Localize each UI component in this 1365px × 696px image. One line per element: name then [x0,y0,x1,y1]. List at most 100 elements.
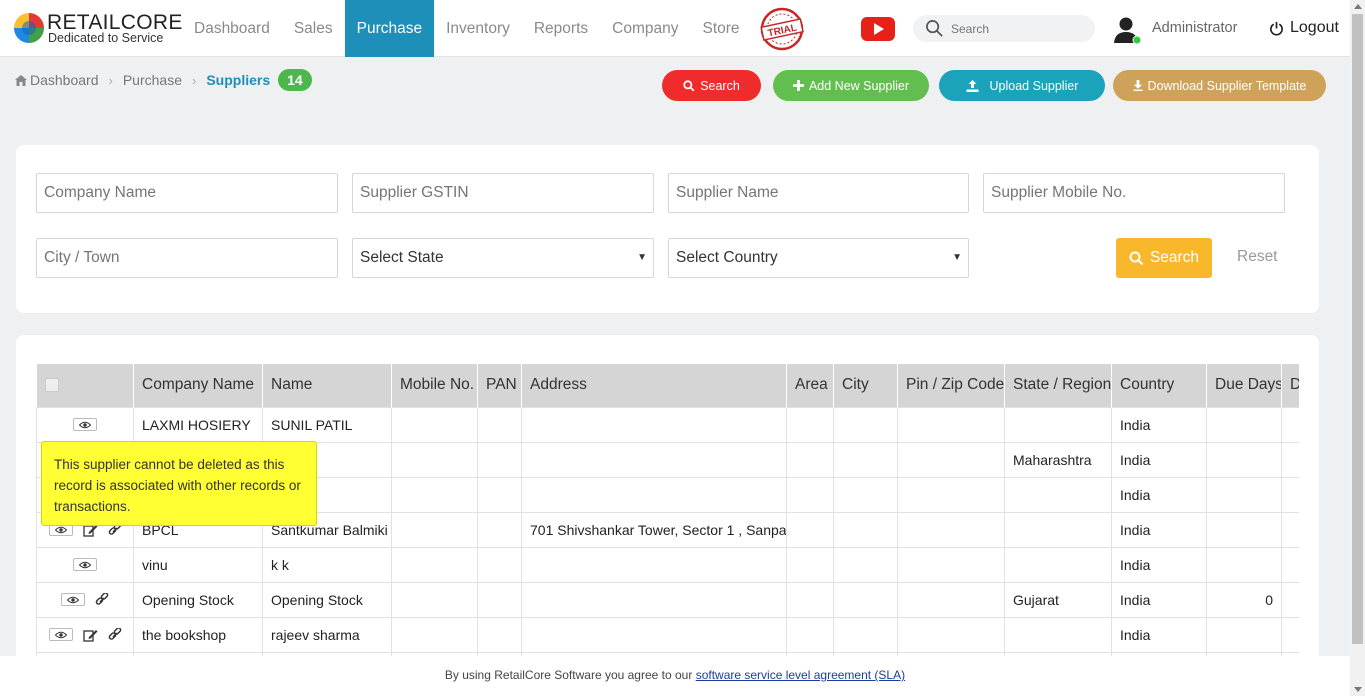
youtube-icon[interactable] [861,17,895,41]
cell-due-days [1206,511,1282,548]
nav-item-sales[interactable]: Sales [282,0,345,57]
reset-button[interactable]: Reset [1237,248,1278,266]
view-icon[interactable] [61,593,85,606]
cell-mobile [391,441,478,478]
link-icon[interactable] [108,627,122,642]
brand-logo[interactable]: RETAILCORE Dedicated to Service [14,11,184,47]
view-icon[interactable] [73,558,97,571]
cell-area [786,476,834,513]
row-actions [36,406,134,443]
download-template-label: Download Supplier Template [1147,78,1307,93]
column-header[interactable]: Company Name [133,364,263,407]
cell-company: Opening Stock [133,581,263,618]
nav-item-inventory[interactable]: Inventory [434,0,522,57]
upload-supplier-label: Upload Supplier [989,78,1079,93]
column-header[interactable]: City [833,364,898,407]
supplier-gstin-input[interactable] [352,173,654,213]
cell-mobile [391,476,478,513]
country-select-value: Select Country [676,249,778,266]
column-header[interactable]: Name [262,364,392,407]
cell-country: India [1111,616,1207,653]
cell-pan [477,581,522,618]
top-search-input[interactable] [951,19,1087,38]
table-row[interactable]: Opening Stock Opening Stock Gujarat India 0 [36,581,1299,618]
cell-area [786,581,834,618]
trial-stamp-icon: TRIAL [760,7,804,51]
view-icon[interactable] [73,418,97,431]
table-row[interactable]: vinu k k India [36,546,1299,583]
column-header[interactable]: Country [1111,364,1207,407]
cell-due-days [1206,546,1282,583]
scroll-up-arrow-icon[interactable] [1354,4,1362,9]
column-header[interactable]: Address [521,364,787,407]
column-header[interactable]: D [1281,364,1299,407]
search-toggle-button[interactable]: Search [662,70,761,101]
cell-company: LAXMI HOSIERY [133,406,263,443]
cell-state [1004,476,1112,513]
column-header[interactable]: PAN [477,364,522,407]
column-header[interactable]: Pin / Zip Code [897,364,1005,407]
breadcrumb-dashboard[interactable]: Dashboard [30,72,99,88]
globe-logo-icon [14,13,44,43]
table-row[interactable]: the bookshop rajeev sharma India [36,616,1299,653]
add-supplier-button[interactable]: Add New Supplier [773,70,929,101]
filter-search-button[interactable]: Search [1116,238,1212,278]
cell-pin [897,441,1005,478]
edit-icon[interactable] [82,628,98,642]
cell-address [521,546,787,583]
cell-country: India [1111,406,1207,443]
company-name-input[interactable] [36,173,338,213]
download-icon [1132,80,1143,91]
select-all-checkbox[interactable] [44,378,59,393]
breadcrumb: Dashboard › Purchase › Suppliers 14 [15,68,312,92]
delete-restriction-tooltip: This supplier cannot be deleted as this … [41,441,317,526]
search-icon [683,79,695,91]
supplier-mobile-input[interactable] [983,173,1285,213]
brand-tagline: Dedicated to Service [48,31,164,45]
sla-link[interactable]: software service level agreement (SLA) [696,668,905,682]
column-header[interactable]: State / Region [1004,364,1112,407]
cell-overflow [1281,476,1299,513]
cell-address [521,616,787,653]
cell-mobile [391,616,478,653]
cell-address: 701 Shivshankar Tower, Sector 1 , Sanpad… [521,511,787,548]
chevron-right-icon: › [108,72,113,88]
supplier-count-badge: 14 [278,69,312,91]
supplier-name-input[interactable] [668,173,969,213]
add-supplier-label: Add New Supplier [808,78,910,93]
home-icon [15,74,27,86]
city-input[interactable] [36,238,338,278]
top-search [913,15,1095,42]
cell-overflow [1281,406,1299,443]
nav-item-dashboard[interactable]: Dashboard [182,0,282,57]
cell-city [833,406,898,443]
cell-name: rajeev sharma [262,616,392,653]
nav-item-purchase[interactable]: Purchase [344,0,435,57]
upload-supplier-button[interactable]: Upload Supplier [939,70,1105,101]
scrollbar-thumb[interactable] [1352,14,1363,644]
nav-item-company[interactable]: Company [600,0,690,57]
cell-city [833,581,898,618]
column-header[interactable]: Mobile No. [391,364,478,407]
chevron-right-icon: › [192,72,197,88]
table-row[interactable]: LAXMI HOSIERY SUNIL PATIL India [36,406,1299,443]
logout-button[interactable]: Logout [1269,19,1339,37]
user-name[interactable]: Administrator [1152,20,1237,36]
scroll-down-arrow-icon[interactable] [1354,687,1362,692]
state-select[interactable]: Select State ▼ [352,238,654,278]
link-icon[interactable] [95,592,109,607]
breadcrumb-purchase[interactable]: Purchase [123,72,182,88]
nav-item-store[interactable]: Store [690,0,751,57]
nav-item-reports[interactable]: Reports [522,0,600,57]
user-avatar-icon[interactable] [1112,15,1142,45]
column-header[interactable]: Area [786,364,834,407]
footer-text: By using RetailCore Software you agree t… [444,668,693,682]
country-select[interactable]: Select Country ▼ [668,238,969,278]
view-icon[interactable] [48,628,73,641]
cell-area [786,616,834,653]
column-header[interactable]: Due Days [1206,364,1282,407]
page-scrollbar[interactable] [1350,0,1365,696]
table-header-row: Company Name Name Mobile No. PAN Address… [36,364,1299,407]
footer: By using RetailCore Software you agree t… [0,656,1350,696]
download-template-button[interactable]: Download Supplier Template [1113,70,1326,101]
